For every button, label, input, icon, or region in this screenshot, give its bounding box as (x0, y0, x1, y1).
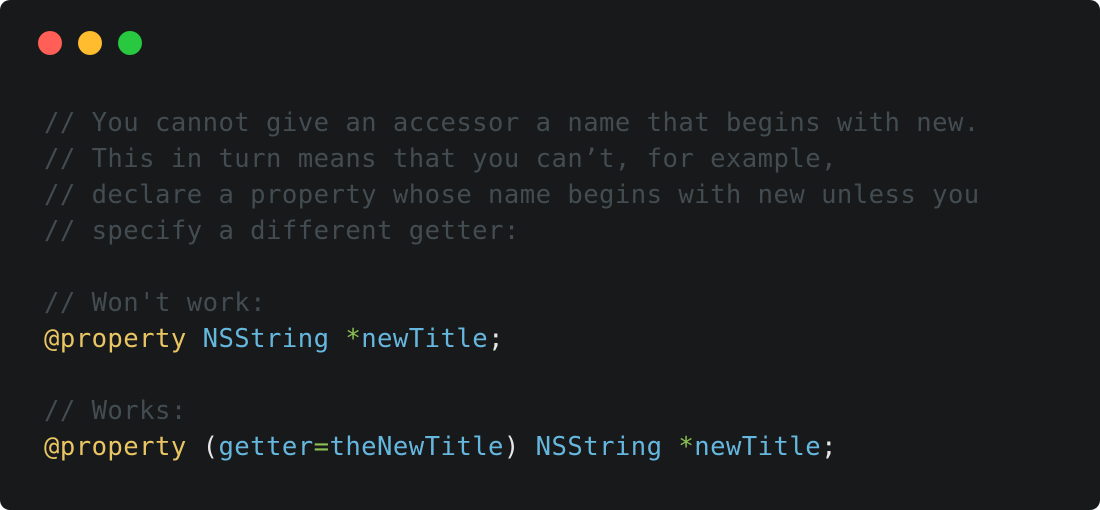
code-comment-line: // declare a property whose name begins … (44, 180, 980, 210)
minimize-button[interactable] (78, 31, 102, 55)
semicolon: ; (488, 324, 504, 354)
zoom-button[interactable] (118, 31, 142, 55)
pointer-star: * (345, 324, 362, 354)
property-keyword: @property (44, 324, 187, 354)
code-block: // You cannot give an accessor a name th… (44, 105, 980, 465)
works-comment: // Works: (44, 396, 187, 426)
close-paren: ) (503, 432, 520, 462)
getter-value: theNewTitle (329, 432, 504, 462)
property-name: newTitle (361, 324, 489, 354)
semicolon: ; (821, 432, 837, 462)
close-button[interactable] (38, 31, 62, 55)
type-name: NSString (535, 432, 663, 462)
property-declaration-line: @property NSString *newTitle; (44, 321, 980, 357)
open-paren: ( (202, 432, 219, 462)
getter-attribute: getter (218, 432, 314, 462)
property-keyword: @property (44, 432, 187, 462)
wont-work-comment: // Won't work: (44, 288, 267, 318)
code-comment-line: // specify a different getter: (44, 216, 520, 246)
window-controls (38, 31, 142, 55)
code-window: // You cannot give an accessor a name th… (0, 0, 1100, 510)
code-comment-line: // You cannot give an accessor a name th… (44, 108, 980, 138)
equals-sign: = (313, 432, 330, 462)
property-declaration-with-getter-line: @property (getter=theNewTitle) NSString … (44, 429, 980, 465)
property-name: newTitle (694, 432, 822, 462)
type-name: NSString (202, 324, 330, 354)
pointer-star: * (678, 432, 695, 462)
code-comment-line: // This in turn means that you can’t, fo… (44, 144, 837, 174)
